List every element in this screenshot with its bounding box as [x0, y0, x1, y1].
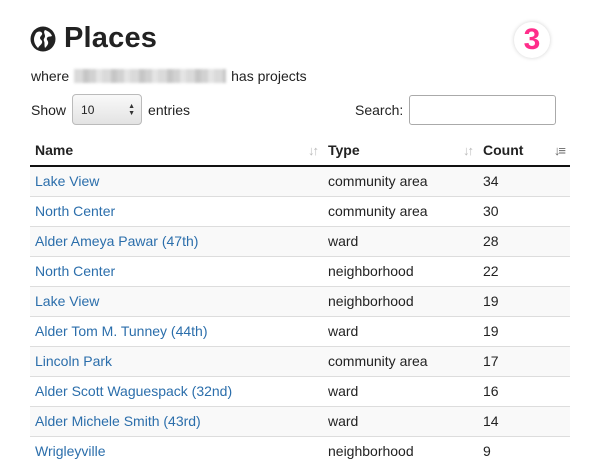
table-row: Lake View community area 34: [30, 165, 570, 196]
entries-select-value: 10: [81, 102, 95, 117]
place-count: 14: [478, 405, 570, 436]
place-type: ward: [323, 315, 478, 346]
place-link[interactable]: Lake View: [35, 293, 99, 309]
place-link[interactable]: Wrigleyville: [35, 443, 106, 459]
place-link[interactable]: Lincoln Park: [35, 353, 112, 369]
place-link[interactable]: North Center: [35, 263, 115, 279]
column-header-type[interactable]: Type ↓↑: [323, 135, 478, 167]
length-control: Show 10 ▲ ▼ entries: [31, 94, 190, 125]
place-count: 19: [478, 285, 570, 316]
place-count: 34: [478, 165, 570, 196]
place-type: ward: [323, 405, 478, 436]
search-label: Search:: [355, 102, 404, 118]
table-row: North Center neighborhood 22: [30, 255, 570, 286]
place-type: neighborhood: [323, 435, 478, 466]
table-row: Alder Michele Smith (43rd) ward 14: [30, 405, 570, 436]
place-count: 9: [478, 435, 570, 466]
place-link[interactable]: Alder Michele Smith (43rd): [35, 413, 201, 429]
redacted-name: [74, 69, 227, 83]
search-input[interactable]: [409, 95, 557, 125]
place-count: 30: [478, 195, 570, 226]
subtitle-prefix: where: [31, 68, 70, 84]
entries-select[interactable]: 10 ▲ ▼: [72, 94, 143, 125]
sort-both-icon: ↓↑: [463, 143, 474, 158]
show-label: Show: [31, 101, 67, 118]
entries-label: entries: [148, 101, 191, 118]
page-title: Places: [64, 22, 158, 54]
search-control: Search:: [355, 95, 557, 125]
place-count: 16: [478, 375, 570, 406]
place-count: 28: [478, 225, 570, 256]
subtitle-suffix: has projects: [231, 68, 307, 84]
place-type: community area: [323, 195, 478, 226]
place-type: community area: [323, 165, 478, 196]
notification-badge: 3: [514, 22, 550, 58]
table-header-row: Name ↓↑ Type ↓↑ Count ↓≡: [30, 135, 570, 167]
table-row: Alder Tom M. Tunney (44th) ward 19: [30, 315, 570, 346]
table-row: Alder Scott Waguespack (32nd) ward 16: [30, 375, 570, 406]
place-link[interactable]: Alder Tom M. Tunney (44th): [35, 323, 207, 339]
sort-both-icon: ↓↑: [308, 143, 319, 158]
place-link[interactable]: Lake View: [35, 173, 99, 189]
place-type: community area: [323, 345, 478, 376]
subtitle: where has projects: [31, 68, 307, 84]
place-link[interactable]: North Center: [35, 203, 115, 219]
place-type: ward: [323, 375, 478, 406]
places-table: Name ↓↑ Type ↓↑ Count ↓≡ Lake View commu…: [30, 135, 570, 466]
table-row: Alder Ameya Pawar (47th) ward 28: [30, 225, 570, 256]
place-count: 19: [478, 315, 570, 346]
place-type: neighborhood: [323, 255, 478, 286]
column-header-name[interactable]: Name ↓↑: [30, 135, 323, 167]
place-type: ward: [323, 225, 478, 256]
page-header: Places: [30, 22, 157, 55]
table-row: Wrigleyville neighborhood 9: [30, 435, 570, 466]
column-header-count[interactable]: Count ↓≡: [478, 135, 570, 167]
select-arrows-icon: ▲ ▼: [128, 102, 136, 117]
globe-icon: [30, 26, 56, 51]
place-type: neighborhood: [323, 285, 478, 316]
place-link[interactable]: Alder Ameya Pawar (47th): [35, 233, 198, 249]
place-count: 22: [478, 255, 570, 286]
table-row: Lake View neighborhood 19: [30, 285, 570, 316]
place-count: 17: [478, 345, 570, 376]
sort-desc-icon: ↓≡: [553, 143, 566, 158]
table-body: Lake View community area 34 North Center…: [30, 165, 570, 466]
place-link[interactable]: Alder Scott Waguespack (32nd): [35, 383, 232, 399]
table-row: North Center community area 30: [30, 195, 570, 226]
table-row: Lincoln Park community area 17: [30, 345, 570, 376]
